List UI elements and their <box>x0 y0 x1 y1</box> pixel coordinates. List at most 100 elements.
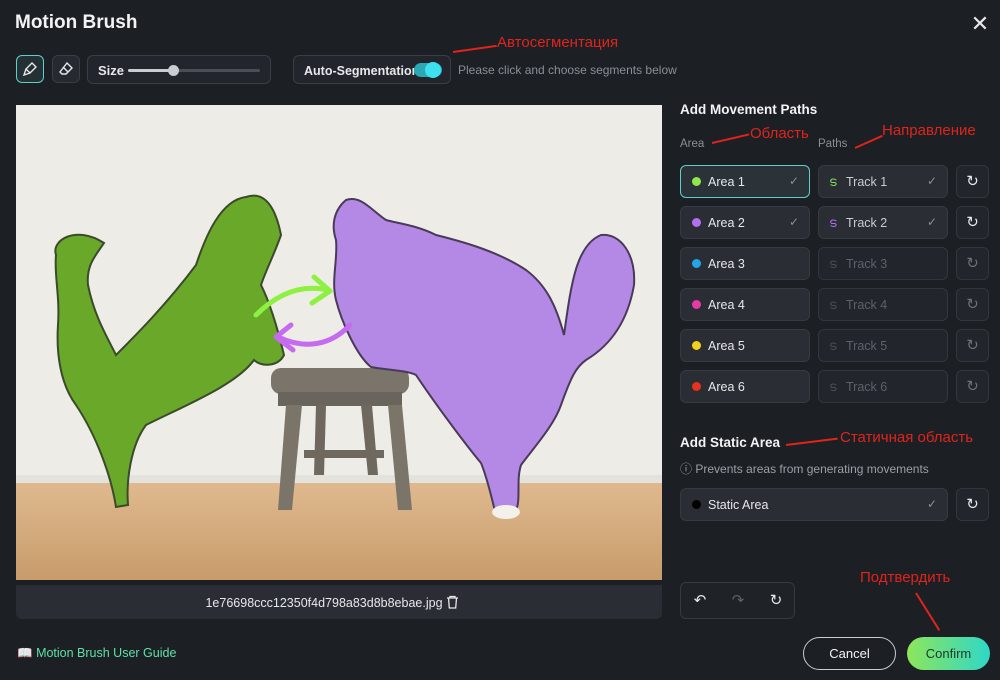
reset-button-1[interactable]: ↻ <box>956 165 989 198</box>
confirm-button[interactable]: Confirm <box>907 637 990 670</box>
paths-column-label: Paths <box>818 138 848 150</box>
area-label: Area 3 <box>708 257 745 271</box>
annotation-autoseg: Автосегментация <box>497 34 619 51</box>
track-label: Track 3 <box>846 257 888 271</box>
area-color-dot <box>692 218 701 227</box>
movement-title: Add Movement Paths <box>680 102 818 117</box>
area-button-4[interactable]: Area 4 <box>680 288 810 321</box>
reset-icon: ↻ <box>966 337 979 354</box>
path-icon: ട <box>829 256 837 271</box>
annotation-line <box>452 44 497 53</box>
path-icon: ട <box>829 338 837 353</box>
track-label: Track 5 <box>846 339 888 353</box>
size-slider[interactable] <box>128 65 260 76</box>
autoseg-control: Auto-Segmentation <box>293 55 451 84</box>
track-label: Track 4 <box>846 298 888 312</box>
reset-icon: ↻ <box>966 173 979 190</box>
brush-tool-button[interactable] <box>16 55 44 83</box>
annotation-line <box>785 437 838 446</box>
annotation-confirm: Подтвердить <box>860 569 951 586</box>
track-button-3[interactable]: ട Track 3 <box>818 247 948 280</box>
green-cat-mask <box>54 194 286 509</box>
book-icon: 📖 <box>17 646 33 660</box>
size-control: Size <box>87 55 271 84</box>
area-button-3[interactable]: Area 3 <box>680 247 810 280</box>
info-icon: ⓘ <box>680 462 693 476</box>
track-label: Track 2 <box>846 216 888 230</box>
purple-cat-mask <box>332 198 636 517</box>
segmented-image <box>54 194 636 519</box>
track-label: Track 6 <box>846 380 888 394</box>
track-button-5[interactable]: ട Track 5 <box>818 329 948 362</box>
check-icon: ✓ <box>788 215 799 229</box>
file-bar: 1e76698ccc12350f4d798a83d8b8ebae.jpg <box>16 585 662 619</box>
close-icon[interactable]: ✕ <box>968 12 992 36</box>
area-color-dot <box>692 177 701 186</box>
user-guide-link[interactable]: 📖 Motion Brush User Guide <box>17 646 176 661</box>
path-icon: ട <box>829 297 837 312</box>
size-slider-fill <box>128 69 173 72</box>
area-color-dot <box>692 341 701 350</box>
size-slider-thumb[interactable] <box>167 65 179 76</box>
autoseg-toggle[interactable] <box>414 62 442 78</box>
reset-button-2[interactable]: ↻ <box>956 206 989 239</box>
track-button-4[interactable]: ട Track 4 <box>818 288 948 321</box>
area-button-6[interactable]: Area 6 <box>680 370 810 403</box>
track-label: Track 1 <box>846 175 888 189</box>
file-name: 1e76698ccc12350f4d798a83d8b8ebae.jpg <box>205 596 443 610</box>
area-label: Area 2 <box>708 216 745 230</box>
area-label: Area 1 <box>708 175 745 189</box>
area-label: Area 5 <box>708 339 745 353</box>
reset-button-6[interactable]: ↻ <box>956 370 989 403</box>
track-button-6[interactable]: ട Track 6 <box>818 370 948 403</box>
cancel-button[interactable]: Cancel <box>803 637 896 670</box>
annotation-static: Статичная область <box>840 429 974 446</box>
undo-icon[interactable]: ↶ <box>689 591 711 611</box>
white-paw <box>492 505 520 519</box>
static-info-text: Prevents areas from generating movements <box>695 462 929 476</box>
reset-button-4[interactable]: ↻ <box>956 288 989 321</box>
reset-button-5[interactable]: ↻ <box>956 329 989 362</box>
area-color-dot <box>692 300 701 309</box>
static-title: Add Static Area <box>680 435 781 450</box>
brush-icon <box>22 62 37 77</box>
static-reset-button[interactable]: ↻ <box>956 488 989 521</box>
image-canvas[interactable] <box>16 105 662 580</box>
autoseg-label: Auto-Segmentation <box>304 64 420 78</box>
redo-icon[interactable]: ↷ <box>727 591 749 611</box>
annotation-direction: Направление <box>882 122 976 139</box>
reset-icon: ↻ <box>966 296 979 313</box>
toggle-knob <box>425 62 441 78</box>
area-color-dot <box>692 259 701 268</box>
reset-button-3[interactable]: ↻ <box>956 247 989 280</box>
area-column-label: Area <box>680 138 705 150</box>
history-controls: ↶ ↷ ↻ <box>680 582 795 619</box>
reset-all-icon[interactable]: ↻ <box>765 591 787 611</box>
area-button-5[interactable]: Area 5 <box>680 329 810 362</box>
size-label: Size <box>98 63 125 78</box>
reset-icon: ↻ <box>966 214 979 231</box>
trash-icon[interactable] <box>446 595 459 609</box>
area-button-2[interactable]: Area 2 ✓ <box>680 206 810 239</box>
area-color-dot <box>692 382 701 391</box>
annotation-line <box>711 133 750 144</box>
area-label: Area 4 <box>708 298 745 312</box>
reset-icon: ↻ <box>966 378 979 395</box>
path-icon: ട <box>829 379 837 394</box>
track-button-1[interactable]: ട Track 1 ✓ <box>818 165 948 198</box>
area-label: Area 6 <box>708 380 745 394</box>
static-area-label: Static Area <box>708 498 769 512</box>
eraser-icon <box>59 61 73 75</box>
reset-icon: ↻ <box>966 255 979 272</box>
eraser-tool-button[interactable] <box>52 55 80 83</box>
stool <box>271 368 412 510</box>
static-area-button[interactable]: Static Area ✓ <box>680 488 948 521</box>
area-button-1[interactable]: Area 1 ✓ <box>680 165 810 198</box>
check-icon: ✓ <box>926 215 937 229</box>
check-icon: ✓ <box>926 174 937 188</box>
annotation-line <box>915 592 941 631</box>
static-dot <box>692 500 701 509</box>
segment-hint: Please click and choose segments below <box>458 63 677 77</box>
annotation-area: Область <box>750 125 809 142</box>
track-button-2[interactable]: ട Track 2 ✓ <box>818 206 948 239</box>
